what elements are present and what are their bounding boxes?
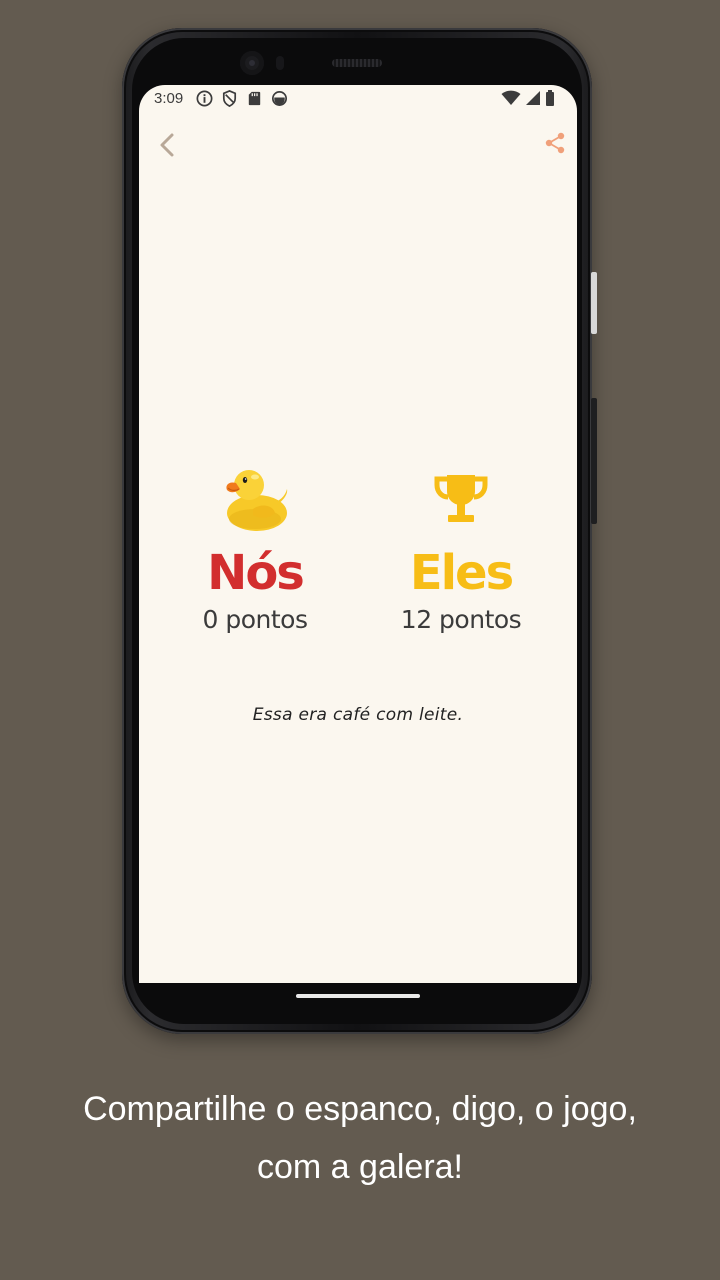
home-indicator[interactable]	[296, 994, 420, 998]
earpiece-speaker	[332, 59, 382, 67]
chevron-left-icon	[160, 133, 174, 157]
team-name: Eles	[409, 545, 514, 601]
sd-card-icon	[248, 91, 261, 106]
info-icon	[196, 90, 213, 107]
team-eles: Eles 12 pontos	[361, 463, 561, 637]
promo-caption: Compartilhe o espanco, digo, o jogo, com…	[83, 1090, 637, 1186]
share-button[interactable]	[541, 129, 569, 157]
back-button[interactable]	[153, 131, 181, 159]
app-screen: 3:09 Nós 0 pontos Eles 12 pontos Essa er…	[139, 85, 577, 983]
duck-icon	[155, 463, 355, 535]
signal-icon	[526, 91, 540, 105]
status-notification-icons	[195, 89, 289, 108]
wifi-icon	[501, 90, 521, 105]
trophy-icon	[361, 463, 561, 535]
team-points: 12 pontos	[400, 605, 522, 634]
team-name: Nós	[207, 545, 305, 601]
result-message: Essa era café com leite.	[252, 705, 464, 725]
team-points: 0 pontos	[202, 605, 308, 634]
status-time: 3:09	[154, 90, 184, 107]
promo-screenshot: 3:09 Nós 0 pontos Eles 12 pontos Essa er…	[0, 0, 720, 1280]
battery-icon	[546, 90, 554, 106]
proximity-sensor	[276, 56, 284, 70]
power-button	[591, 272, 597, 334]
volume-button	[591, 398, 597, 524]
share-icon	[545, 132, 565, 154]
shield-icon	[222, 89, 237, 108]
team-nos: Nós 0 pontos	[155, 463, 355, 637]
data-saver-icon	[271, 90, 288, 107]
front-camera	[240, 51, 264, 75]
status-system-icons	[501, 90, 555, 106]
status-bar: 3:09	[139, 85, 577, 111]
